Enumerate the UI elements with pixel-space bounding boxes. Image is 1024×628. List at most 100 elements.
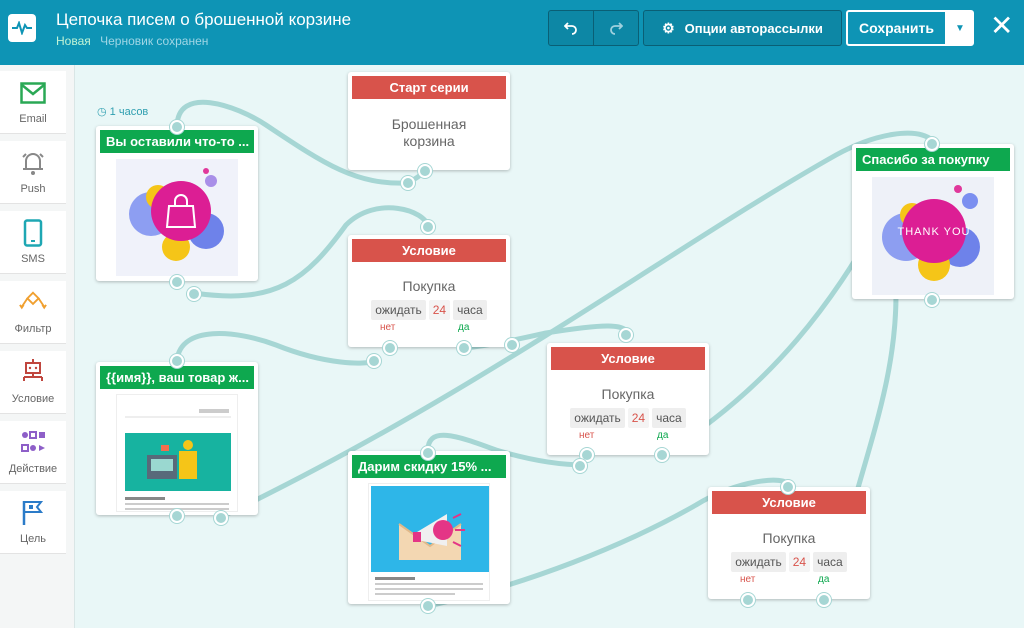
branch-yes-port[interactable]: [655, 448, 669, 462]
status-line: Новая Черновик сохранен: [56, 34, 208, 48]
palette-item-sms[interactable]: SMS: [0, 211, 66, 274]
wait-number[interactable]: 24: [428, 300, 451, 320]
element-palette: Email Push SMS Фильтр Условие Действие Ц…: [0, 65, 75, 628]
email-preview-image: [116, 394, 238, 512]
email-card-2[interactable]: {{имя}}, ваш товар ж...: [96, 362, 258, 515]
palette-item-goal[interactable]: Цель: [0, 491, 66, 554]
pulse-logo-icon: [8, 14, 36, 42]
email-preview-image: [368, 483, 490, 601]
wait-unit[interactable]: часа: [453, 300, 487, 320]
redo-icon: [610, 22, 623, 35]
output-port[interactable]: [187, 287, 201, 301]
caret-down-icon: ▼: [955, 22, 965, 34]
output-port[interactable]: [925, 293, 939, 307]
wait-row: ожидать 24 часа: [547, 408, 709, 428]
close-icon[interactable]: ✕: [990, 12, 1013, 40]
save-dropdown-button[interactable]: ▼: [946, 10, 974, 46]
options-button[interactable]: ⚙ Опции авторассылки: [643, 10, 842, 46]
wait-chip: ожидать: [731, 552, 786, 572]
input-port[interactable]: [619, 328, 633, 342]
output-port[interactable]: [418, 164, 432, 178]
phone-icon: [19, 219, 47, 247]
wait-chip: ожидать: [570, 408, 625, 428]
palette-label: Push: [20, 183, 46, 195]
output-port[interactable]: [421, 599, 435, 613]
palette-item-push[interactable]: Push: [0, 141, 66, 204]
condition-event: Покупка: [402, 278, 456, 294]
input-port[interactable]: [925, 137, 939, 151]
clock-icon: ◷: [97, 106, 107, 118]
wait-number[interactable]: 24: [627, 408, 650, 428]
branch-no-port[interactable]: [741, 593, 755, 607]
status-badge: Новая: [56, 34, 91, 48]
email-card-4[interactable]: Спасибо за покупку THANK YOU: [852, 144, 1014, 299]
thumb-text: THANK YOU: [898, 226, 971, 238]
input-port[interactable]: [421, 220, 435, 234]
palette-label: Email: [19, 113, 47, 125]
branch-no-label: нет: [740, 574, 756, 585]
branch-yes-port[interactable]: [817, 593, 831, 607]
branch-yes-port[interactable]: [505, 338, 519, 352]
delay-label: ◷ 1 часов: [97, 106, 149, 118]
palette-label: SMS: [21, 253, 45, 265]
card-header: {{имя}}, ваш товар ж...: [100, 366, 254, 389]
page-title: Цепочка писем о брошенной корзине: [56, 10, 352, 29]
email-icon: [19, 79, 47, 107]
wait-chip: ожидать: [371, 300, 426, 320]
palette-label: Действие: [8, 463, 58, 475]
input-port[interactable]: [170, 120, 184, 134]
output-port[interactable]: [170, 275, 184, 289]
condition-event: Покупка: [762, 530, 816, 546]
branch-no-label: нет: [579, 430, 595, 441]
branch-yes-label: да: [657, 430, 669, 441]
condition-event: Покупка: [601, 386, 655, 402]
branch-no-port[interactable]: [383, 341, 397, 355]
output-port[interactable]: [401, 176, 415, 190]
output-port[interactable]: [214, 511, 228, 525]
card-header: Условие: [352, 239, 506, 262]
palette-item-action[interactable]: Действие: [0, 421, 66, 484]
wait-unit[interactable]: часа: [652, 408, 686, 428]
output-port[interactable]: [170, 509, 184, 523]
card-header: Спасибо за покупку: [856, 148, 1010, 171]
card-header: Условие: [712, 491, 866, 514]
palette-item-filter[interactable]: Фильтр: [0, 281, 66, 344]
filter-icon: [19, 289, 47, 317]
branch-no-port[interactable]: [573, 459, 587, 473]
start-series-card[interactable]: Старт серии Брошенная корзина: [348, 72, 510, 170]
condition-icon: [19, 359, 47, 387]
top-bar: Цепочка писем о брошенной корзине Новая …: [0, 0, 1024, 65]
condition-card-3[interactable]: Условие Покупка ожидать 24 часа нет да: [708, 487, 870, 599]
redo-button[interactable]: [593, 10, 639, 46]
save-button[interactable]: Сохранить: [846, 10, 947, 46]
gear-icon: ⚙: [662, 19, 675, 36]
input-port[interactable]: [170, 354, 184, 368]
palette-label: Условие: [11, 393, 55, 405]
flag-icon: [19, 499, 47, 527]
condition-card-1[interactable]: Условие Покупка ожидать 24 часа нет да: [348, 235, 510, 347]
branch-no-port[interactable]: [367, 354, 381, 368]
palette-item-condition[interactable]: Условие: [0, 351, 66, 414]
action-icon: [19, 429, 47, 457]
bell-icon: [19, 149, 47, 177]
card-header: Старт серии: [352, 76, 506, 99]
undo-button[interactable]: [548, 10, 594, 46]
input-port[interactable]: [421, 446, 435, 460]
branch-yes-label: да: [818, 574, 830, 585]
email-preview-image: THANK YOU: [872, 177, 994, 295]
condition-card-2[interactable]: Условие Покупка ожидать 24 часа нет да: [547, 343, 709, 455]
palette-item-email[interactable]: Email: [0, 71, 66, 134]
branch-yes-port[interactable]: [457, 341, 471, 355]
palette-label: Цель: [19, 533, 47, 545]
input-port[interactable]: [781, 480, 795, 494]
workflow-canvas[interactable]: ◷ 1 часов Старт серии Брошенная корзина …: [76, 65, 1024, 628]
wait-row: ожидать 24 часа: [708, 552, 870, 572]
trigger-name: Брошенная корзина: [391, 116, 467, 149]
wait-unit[interactable]: часа: [813, 552, 847, 572]
draft-status: Черновик сохранен: [100, 34, 209, 48]
email-card-3[interactable]: Дарим скидку 15% ...: [348, 451, 510, 604]
email-card-1[interactable]: Вы оставили что-то ...: [96, 126, 258, 281]
undo-icon: [564, 22, 577, 35]
wait-row: ожидать 24 часа: [348, 300, 510, 320]
wait-number[interactable]: 24: [788, 552, 811, 572]
